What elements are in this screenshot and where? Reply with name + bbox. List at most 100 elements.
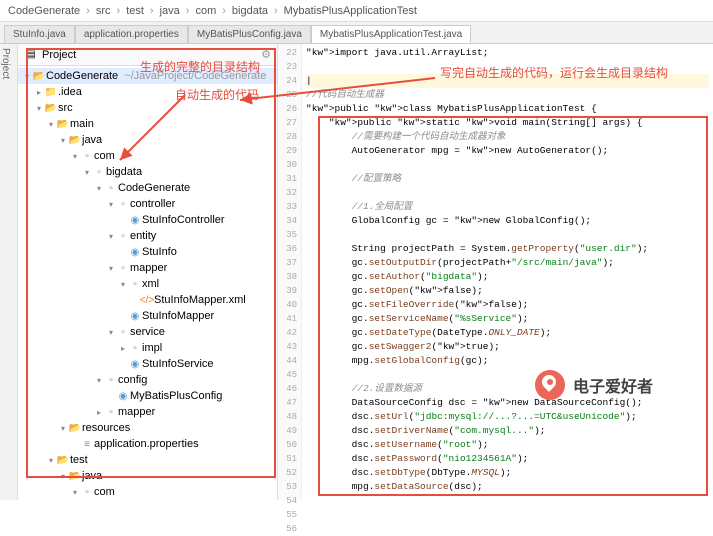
code-line[interactable]: //配置策略: [306, 172, 709, 186]
tree-twisty-icon[interactable]: ▾: [70, 488, 80, 497]
tree-path-suffix: ~/JavaProject/CodeGenerate: [124, 70, 266, 82]
editor-tab[interactable]: application.properties: [75, 25, 188, 43]
code-line[interactable]: "kw">public "kw">static "kw">void main(S…: [306, 116, 709, 130]
tree-row[interactable]: ▾▫xml: [18, 276, 277, 292]
code-line[interactable]: GlobalConfig gc = "kw">new GlobalConfig(…: [306, 214, 709, 228]
code-line[interactable]: mpg.setDataSource(dsc);: [306, 480, 709, 494]
tree-row[interactable]: ▸▫impl: [18, 340, 277, 356]
tree-row[interactable]: ▾📂resources: [18, 420, 277, 436]
tree-row[interactable]: ▾▫bigdata: [18, 164, 277, 180]
code-line[interactable]: String projectPath = System.getProperty(…: [306, 242, 709, 256]
project-tree[interactable]: ▾📂CodeGenerate~/JavaProject/CodeGenerate…: [18, 66, 277, 500]
editor-tab[interactable]: MyBatisPlusConfig.java: [188, 25, 311, 43]
editor-tab[interactable]: MybatisPlusApplicationTest.java: [311, 25, 471, 43]
tree-row[interactable]: ▾📂main: [18, 116, 277, 132]
tree-row[interactable]: ◉MyBatisPlusConfig: [18, 388, 277, 404]
tree-twisty-icon[interactable]: ▾: [106, 200, 116, 209]
code-line[interactable]: [306, 60, 709, 74]
tree-twisty-icon[interactable]: ▾: [106, 232, 116, 241]
code-line[interactable]: gc.setOpen("kw">false);: [306, 284, 709, 298]
code-line[interactable]: gc.setAuthor("bigdata");: [306, 270, 709, 284]
tree-row[interactable]: ▸▫mapper: [18, 404, 277, 420]
tree-label: .idea: [58, 86, 82, 98]
tree-twisty-icon[interactable]: ▾: [118, 280, 128, 289]
code-line[interactable]: dsc.setUrl("jdbc:mysql://...?...=UTC&use…: [306, 410, 709, 424]
code-line[interactable]: DataSourceConfig dsc = "kw">new DataSour…: [306, 396, 709, 410]
tree-row[interactable]: ▾▫service: [18, 324, 277, 340]
tree-twisty-icon[interactable]: ▸: [34, 88, 44, 97]
code-line[interactable]: dsc.setDbType(DbType.MYSQL);: [306, 466, 709, 480]
tree-twisty-icon[interactable]: ▾: [94, 376, 104, 385]
tree-row[interactable]: ▾📂java: [18, 468, 277, 484]
code-line[interactable]: gc.setSwagger2("kw">true);: [306, 340, 709, 354]
code-line[interactable]: |: [306, 74, 709, 88]
tree-row[interactable]: ▾📂src: [18, 100, 277, 116]
tree-twisty-icon[interactable]: ▾: [34, 104, 44, 113]
code-line[interactable]: [306, 494, 709, 500]
tree-twisty-icon[interactable]: ▾: [58, 424, 68, 433]
code-area[interactable]: "kw">import java.util.ArrayList; |//代码自动…: [302, 44, 713, 500]
code-line[interactable]: dsc.setUsername("root");: [306, 438, 709, 452]
tree-row[interactable]: ▾▫controller: [18, 196, 277, 212]
tree-twisty-icon[interactable]: ▾: [58, 472, 68, 481]
tree-twisty-icon[interactable]: ▾: [106, 264, 116, 273]
tree-row[interactable]: ◉StuInfoService: [18, 356, 277, 372]
code-line[interactable]: AutoGenerator mpg = "kw">new AutoGenerat…: [306, 144, 709, 158]
editor-tab[interactable]: StuInfo.java: [4, 25, 75, 43]
breadcrumb-item[interactable]: test: [126, 5, 144, 17]
folder-o-icon: 📂: [32, 69, 46, 83]
tree-twisty-icon[interactable]: ▸: [94, 408, 104, 417]
code-line[interactable]: dsc.setDriverName("com.mysql...");: [306, 424, 709, 438]
code-line[interactable]: mpg.setGlobalConfig(gc);: [306, 354, 709, 368]
tree-row[interactable]: ▾📂test: [18, 452, 277, 468]
tree-row[interactable]: ▾📂java: [18, 132, 277, 148]
tree-twisty-icon[interactable]: ▸: [118, 344, 128, 353]
tree-row[interactable]: ▾▫entity: [18, 228, 277, 244]
tree-row[interactable]: ≡application.properties: [18, 436, 277, 452]
code-line[interactable]: "kw">public "kw">class MybatisPlusApplic…: [306, 102, 709, 116]
tree-row[interactable]: ▾▫com: [18, 484, 277, 500]
tree-row[interactable]: ◉StuInfoMapper: [18, 308, 277, 324]
tree-row[interactable]: ◉StuInfo: [18, 244, 277, 260]
tree-row[interactable]: ▾▫mapper: [18, 260, 277, 276]
tree-twisty-icon[interactable]: ▾: [46, 456, 56, 465]
code-line[interactable]: //代码自动生成器: [306, 88, 709, 102]
breadcrumb-item[interactable]: bigdata: [232, 5, 268, 17]
tree-row[interactable]: ▾▫config: [18, 372, 277, 388]
tree-twisty-icon[interactable]: ▾: [58, 136, 68, 145]
gear-icon[interactable]: ⚙: [261, 48, 271, 61]
tool-window-strip[interactable]: Project: [0, 44, 18, 500]
tree-twisty-icon[interactable]: ▾: [82, 168, 92, 177]
code-line[interactable]: [306, 228, 709, 242]
tree-twisty-icon[interactable]: ▾: [70, 152, 80, 161]
code-line[interactable]: "kw">import java.util.ArrayList;: [306, 46, 709, 60]
code-line[interactable]: //需要构建一个代码自动生成器对象: [306, 130, 709, 144]
breadcrumb-item[interactable]: com: [195, 5, 216, 17]
tree-row[interactable]: ◉StuInfoController: [18, 212, 277, 228]
code-line[interactable]: //1.全局配置: [306, 200, 709, 214]
tree-twisty-icon[interactable]: ▾: [22, 72, 32, 81]
code-line[interactable]: gc.setServiceName("%sService");: [306, 312, 709, 326]
tree-row[interactable]: ▸📁.idea: [18, 84, 277, 100]
code-line[interactable]: dsc.setPassword("nio1234561A");: [306, 452, 709, 466]
breadcrumb-item[interactable]: java: [160, 5, 180, 17]
tree-label: xml: [142, 278, 159, 290]
tree-twisty-icon[interactable]: ▾: [46, 120, 56, 129]
code-line[interactable]: gc.setFileOverride("kw">false);: [306, 298, 709, 312]
code-editor[interactable]: 2223242526272829303132333435363738394041…: [278, 44, 713, 500]
breadcrumb-item[interactable]: CodeGenerate: [8, 5, 80, 17]
tree-twisty-icon[interactable]: ▾: [94, 184, 104, 193]
tree-row[interactable]: </>StuInfoMapper.xml: [18, 292, 277, 308]
code-line[interactable]: [306, 158, 709, 172]
code-line[interactable]: [306, 186, 709, 200]
code-line[interactable]: gc.setDateType(DateType.ONLY_DATE);: [306, 326, 709, 340]
tree-row[interactable]: ▾▫CodeGenerate: [18, 180, 277, 196]
code-line[interactable]: [306, 368, 709, 382]
tree-row[interactable]: ▾📂CodeGenerate~/JavaProject/CodeGenerate: [18, 68, 277, 84]
tree-twisty-icon[interactable]: ▾: [106, 328, 116, 337]
breadcrumb-item[interactable]: src: [96, 5, 111, 17]
breadcrumb-item[interactable]: MybatisPlusApplicationTest: [284, 5, 417, 17]
code-line[interactable]: gc.setOutputDir(projectPath+"/src/main/j…: [306, 256, 709, 270]
tree-row[interactable]: ▾▫com: [18, 148, 277, 164]
code-line[interactable]: //2.设置数据源: [306, 382, 709, 396]
